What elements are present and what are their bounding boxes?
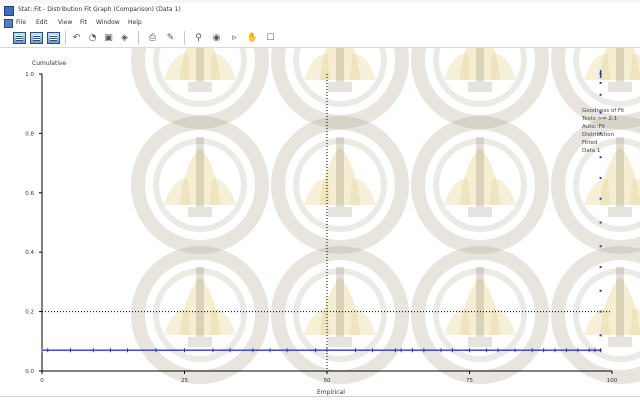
tail-point (599, 349, 602, 352)
x-tick-label: 50 (324, 378, 331, 384)
menu-bar: File Edit View Fit Window Help (0, 17, 640, 28)
chart-icon[interactable] (30, 32, 43, 44)
y-tick-label: 1.0 (25, 72, 34, 78)
tail-point (599, 334, 602, 337)
legend-text: Distribution (582, 132, 615, 138)
tail-point (599, 81, 602, 84)
legend-text: Fitted (582, 140, 597, 146)
legend-text: Goodness of Fit (582, 108, 625, 114)
tail-point (599, 93, 602, 96)
y-tick-label: 0.4 (25, 250, 34, 256)
open-icon[interactable]: ◔ (86, 32, 99, 44)
menu-view[interactable]: View (58, 17, 72, 28)
legend-text: Tests >= 2:1 (581, 116, 617, 122)
save-as-icon[interactable]: ◈ (118, 32, 131, 44)
y-tick-label: 0.0 (25, 369, 34, 375)
distribution-chart: Cumulative Empirical 1.0 0.8 0.6 0.4 0.2 0.0 0 25… (25, 60, 625, 396)
title-bar: Stat::Fit - Distribution Fit Graph (Comp… (0, 3, 640, 17)
legend-text: Auto::Fit (582, 124, 606, 130)
tail-point (599, 310, 602, 313)
print-icon[interactable]: ⎙ (146, 32, 159, 44)
tail-point (599, 266, 602, 269)
toolbar-separator (138, 31, 139, 45)
tail-point (599, 245, 602, 248)
toolbar: ↶ ◔ ▣ ◈ ⎙ ✎ ⚲ ◉ ▹ ✋ ☐ (0, 28, 640, 48)
hand-icon[interactable]: ✋ (246, 32, 259, 44)
toolbar-separator (184, 31, 185, 45)
document-icon[interactable] (4, 19, 13, 28)
app-icon (4, 6, 14, 16)
y-tick-label: 0.6 (25, 191, 34, 197)
menu-fit[interactable]: Fit (80, 17, 87, 28)
status-bar (0, 396, 640, 409)
legend-text: Data 1 (582, 148, 600, 154)
y-axis-label: Cumulative (32, 60, 67, 67)
chart-area: Cumulative Empirical 1.0 0.8 0.6 0.4 0.2 0.0 0 25… (0, 48, 640, 396)
menu-edit[interactable]: Edit (36, 17, 48, 28)
save-icon[interactable]: ▣ (102, 32, 115, 44)
table-icon[interactable] (13, 32, 26, 44)
menu-help[interactable]: Help (128, 17, 142, 28)
x-tick-label: 100 (607, 378, 618, 384)
menu-file[interactable]: File (16, 17, 26, 28)
refresh-icon[interactable]: ◉ (210, 32, 223, 44)
toolbar-separator (65, 31, 66, 45)
x-tick-label: 0 (40, 378, 44, 384)
tail-point (599, 289, 602, 292)
x-tick-label: 75 (466, 378, 473, 384)
tail-point (599, 156, 602, 159)
fit-icon[interactable] (47, 32, 60, 44)
zoom-icon[interactable]: ⚲ (192, 32, 205, 44)
window-title: Stat::Fit - Distribution Fit Graph (Comp… (18, 6, 181, 13)
menu-window[interactable]: Window (96, 17, 120, 28)
x-axis-label: Empirical (317, 389, 345, 396)
y-tick-label: 0.2 (25, 310, 34, 316)
y-tick-label: 0.8 (25, 131, 34, 137)
x-tick-label: 25 (181, 378, 188, 384)
tail-point (599, 176, 602, 179)
tail-point (599, 197, 602, 200)
forward-icon[interactable]: ▹ (228, 32, 241, 44)
pdf-icon[interactable]: ✎ (164, 32, 177, 44)
tail-point (599, 221, 602, 224)
undo-icon[interactable]: ↶ (70, 32, 83, 44)
window-icon[interactable]: ☐ (264, 32, 277, 44)
